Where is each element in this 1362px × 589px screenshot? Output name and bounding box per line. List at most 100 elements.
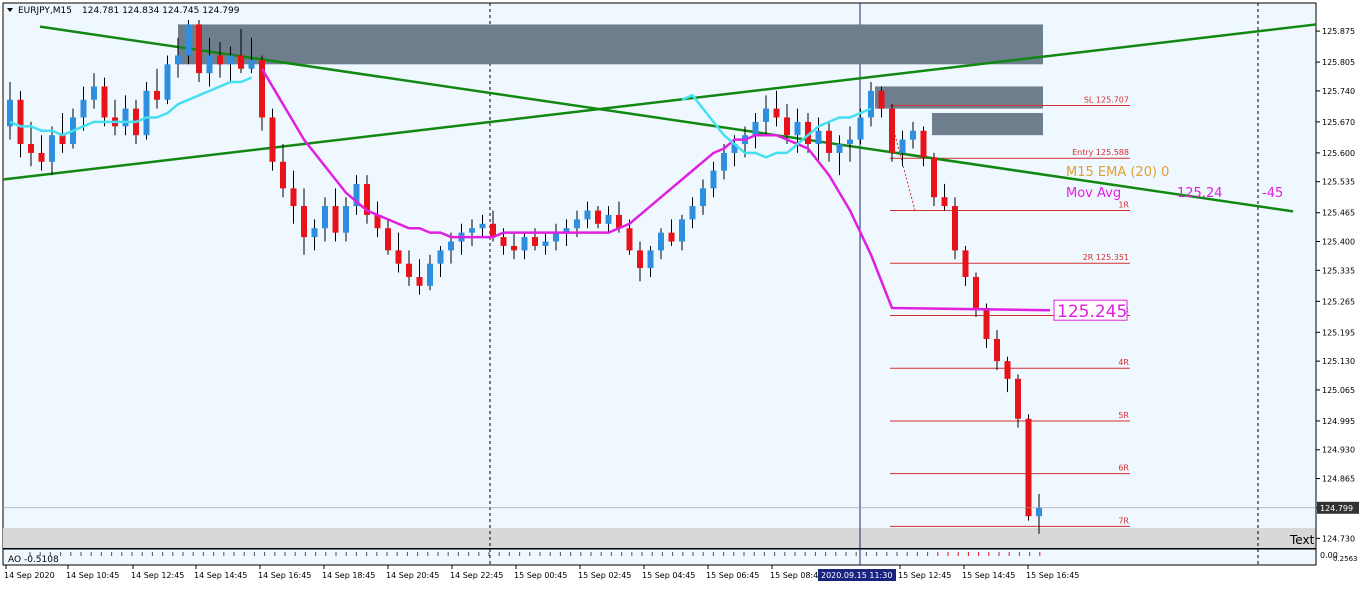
candle-body[interactable] xyxy=(605,214,612,224)
candle-body[interactable] xyxy=(710,170,717,189)
candle-body[interactable] xyxy=(931,157,937,198)
candle-body[interactable] xyxy=(80,99,87,118)
candle-body[interactable] xyxy=(395,250,402,264)
candle-body[interactable] xyxy=(206,55,213,74)
candle-body[interactable] xyxy=(668,232,675,242)
candle-body[interactable] xyxy=(899,139,906,153)
supply-zone[interactable] xyxy=(932,113,1043,136)
candle-body[interactable] xyxy=(143,90,150,136)
ema-title-annotation: M15 EMA (20) 0 xyxy=(1066,165,1169,180)
candle-body[interactable] xyxy=(269,117,276,162)
candle-body[interactable] xyxy=(521,237,528,251)
mov-avg-name: Mov Avg xyxy=(1066,186,1121,201)
candle-body[interactable] xyxy=(847,139,853,145)
candle-body[interactable] xyxy=(889,108,895,153)
candle-body[interactable] xyxy=(994,338,1000,362)
candle-body[interactable] xyxy=(836,144,843,153)
candle-body[interactable] xyxy=(962,250,969,277)
candle-body[interactable] xyxy=(658,232,664,251)
candle-body[interactable] xyxy=(511,245,517,251)
candle-body[interactable] xyxy=(91,86,97,100)
candle-body[interactable] xyxy=(500,237,507,246)
candle-body[interactable] xyxy=(101,86,108,118)
candle-body[interactable] xyxy=(437,250,444,264)
candle-body[interactable] xyxy=(910,130,916,140)
candle-body[interactable] xyxy=(217,55,223,65)
candle-body[interactable] xyxy=(532,237,538,246)
risk-level-label: 2R 125.351 xyxy=(1083,253,1129,262)
candle-body[interactable] xyxy=(1025,418,1032,517)
candle-body[interactable] xyxy=(38,152,45,162)
candle-body[interactable] xyxy=(689,206,696,220)
candle-body[interactable] xyxy=(679,219,685,242)
candle-body[interactable] xyxy=(637,250,643,269)
chart-window[interactable]: SL 125.707Entry 125.5881R2R 125.3513R4R5… xyxy=(0,0,1362,585)
candle-body[interactable] xyxy=(301,206,307,238)
ema-value-label: 125.245 xyxy=(1057,302,1127,322)
candle-body[interactable] xyxy=(185,24,192,56)
candle-body[interactable] xyxy=(941,197,948,207)
candle-body[interactable] xyxy=(868,90,874,118)
candle-body[interactable] xyxy=(920,130,927,158)
candle-body[interactable] xyxy=(332,206,339,233)
candle-body[interactable] xyxy=(49,135,55,162)
x-tick-label: 15 Sep 04:45 xyxy=(642,571,695,580)
candle-body[interactable] xyxy=(1004,361,1011,379)
candle-body[interactable] xyxy=(542,241,549,246)
candle-body[interactable] xyxy=(448,241,454,251)
candle-body[interactable] xyxy=(553,232,559,242)
candle-body[interactable] xyxy=(28,144,34,153)
price-chart[interactable]: SL 125.707Entry 125.5881R2R 125.3513R4R5… xyxy=(0,0,1362,585)
candle-body[interactable] xyxy=(973,276,979,308)
candle-body[interactable] xyxy=(259,59,265,118)
candle-body[interactable] xyxy=(763,108,769,122)
x-tick-label: 14 Sep 18:45 xyxy=(322,571,375,580)
candle-body[interactable] xyxy=(196,24,202,74)
candle-body[interactable] xyxy=(584,210,591,220)
candle-body[interactable] xyxy=(626,228,633,251)
candle-body[interactable] xyxy=(574,219,580,229)
candle-body[interactable] xyxy=(857,117,864,140)
y-tick-label: 124.995 xyxy=(1322,417,1355,426)
candle-body[interactable] xyxy=(1036,507,1042,517)
candle-body[interactable] xyxy=(878,90,885,109)
candle-body[interactable] xyxy=(721,152,727,171)
candle-body[interactable] xyxy=(815,130,822,145)
candle-body[interactable] xyxy=(983,307,990,339)
candle-body[interactable] xyxy=(122,108,129,127)
candle-body[interactable] xyxy=(280,161,286,189)
candle-body[interactable] xyxy=(1015,378,1021,419)
candle-body[interactable] xyxy=(952,206,958,251)
candle-body[interactable] xyxy=(479,223,486,229)
ohlc-header: 124.781 124.834 124.745 124.799 xyxy=(82,6,240,16)
candle-body[interactable] xyxy=(248,59,255,69)
candle-body[interactable] xyxy=(752,121,759,136)
candle-body[interactable] xyxy=(469,228,475,233)
candle-body[interactable] xyxy=(238,55,244,69)
candle-body[interactable] xyxy=(794,121,801,136)
candle-body[interactable] xyxy=(416,276,423,286)
candle-body[interactable] xyxy=(784,117,790,136)
candle-body[interactable] xyxy=(595,210,601,224)
candle-body[interactable] xyxy=(311,228,318,238)
x-tick-label: 14 Sep 22:45 xyxy=(450,571,503,580)
subwindow-value-label: 0.2563 xyxy=(1333,555,1358,563)
candle-body[interactable] xyxy=(826,130,832,153)
candle-body[interactable] xyxy=(700,188,706,207)
candle-body[interactable] xyxy=(773,108,780,118)
supply-zone[interactable] xyxy=(178,24,1043,65)
y-tick-label: 125.600 xyxy=(1322,149,1355,158)
candle-body[interactable] xyxy=(175,55,181,65)
candle-body[interactable] xyxy=(154,90,160,100)
candle-body[interactable] xyxy=(164,64,171,100)
candle-body[interactable] xyxy=(227,55,234,65)
candle-body[interactable] xyxy=(406,263,412,277)
indicator-subwindow[interactable] xyxy=(2,548,1317,566)
candle-body[interactable] xyxy=(427,263,433,286)
candle-body[interactable] xyxy=(385,228,391,251)
candle-body[interactable] xyxy=(322,206,328,229)
candle-body[interactable] xyxy=(290,188,297,207)
candle-body[interactable] xyxy=(647,250,654,269)
candle-body[interactable] xyxy=(17,99,24,145)
candle-body[interactable] xyxy=(343,206,349,233)
